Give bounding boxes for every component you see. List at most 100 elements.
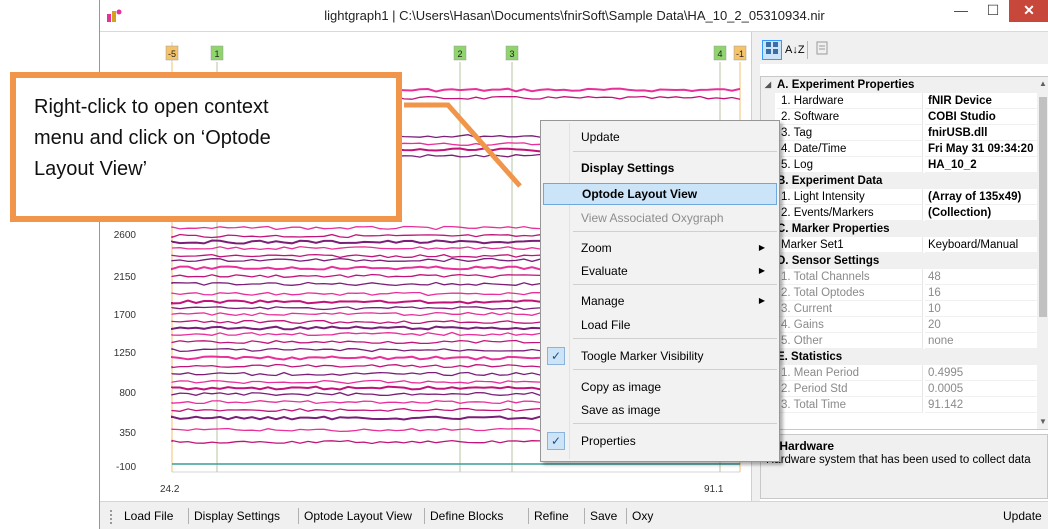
menu-item-optode-layout-view[interactable]: Optode Layout View (543, 183, 777, 205)
toolbar-separator (424, 508, 425, 524)
menu-item-evaluate[interactable]: Evaluate ▶ (543, 260, 777, 282)
property-row[interactable]: ▷3. TagfnirUSB.dll (761, 125, 1048, 141)
property-value[interactable]: 16 (925, 285, 1037, 301)
checkmark-icon: ✓ (547, 347, 565, 365)
property-name: 3. Current (777, 301, 923, 317)
define-blocks-button[interactable]: Define Blocks (430, 508, 503, 524)
property-row[interactable]: 1. Light Intensity (Array of 135x49) (761, 189, 1048, 205)
menu-item-save-as-image[interactable]: Save as image (543, 399, 777, 421)
property-category[interactable]: ◢ A. Experiment Properties (761, 77, 1048, 93)
property-row[interactable]: 2. Total Optodes 16 (761, 285, 1048, 301)
property-value[interactable]: HA_10_2 (925, 157, 1037, 173)
menu-item-properties[interactable]: Properties ✓ (543, 430, 777, 452)
marker-label: -1 (736, 49, 744, 59)
property-row[interactable]: ▷Marker Set1Keyboard/Manual (761, 237, 1048, 253)
menu-item-zoom[interactable]: Zoom ▶ (543, 237, 777, 259)
property-row[interactable]: 1. Mean Period 0.4995 (761, 365, 1048, 381)
toolbar-separator (298, 508, 299, 524)
property-scrollbar[interactable]: ▲ ▼ (1037, 77, 1048, 429)
menu-separator (573, 423, 777, 424)
property-pages-icon[interactable] (812, 40, 832, 60)
property-row[interactable]: 4. Date/Time Fri May 31 09:34:20 2 (761, 141, 1048, 157)
property-row[interactable]: 5. Other none (761, 333, 1048, 349)
az-sort-icon[interactable]: A↓Z (784, 40, 805, 60)
title-bar[interactable]: lightgraph1 | C:\Users\Hasan\Documents\f… (100, 0, 1048, 32)
toolbar-grip[interactable] (110, 510, 112, 524)
property-name: 3. Total Time (777, 397, 923, 413)
y-tick-label: -100 (116, 462, 136, 473)
description-text: Hardware system that has been used to co… (766, 454, 1031, 466)
property-value[interactable]: COBI Studio (925, 109, 1037, 125)
property-value[interactable]: 10 (925, 301, 1037, 317)
property-category[interactable]: ◢C. Marker Properties (761, 221, 1048, 237)
property-category[interactable]: ◢B. Experiment Data (761, 173, 1048, 189)
property-row[interactable]: 2. Software COBI Studio (761, 109, 1048, 125)
load-file-button[interactable]: Load File (124, 508, 173, 524)
property-row[interactable]: 1. Hardware fNIR Device (761, 93, 1048, 109)
scroll-thumb[interactable] (1039, 97, 1047, 317)
menu-item-label: View Associated Oxygraph (581, 211, 724, 225)
property-row[interactable]: 2. Period Std 0.0005 (761, 381, 1048, 397)
menu-item-display-settings[interactable]: Display Settings (543, 157, 777, 179)
property-value[interactable]: 20 (925, 317, 1037, 333)
menu-item-label: Display Settings (581, 161, 675, 175)
property-row[interactable]: 3. Current 10 (761, 301, 1048, 317)
window-title: lightgraph1 | C:\Users\Hasan\Documents\f… (324, 8, 825, 23)
property-category[interactable]: ◢E. Statistics (761, 349, 1048, 365)
description-title: 1. Hardware (766, 439, 835, 453)
display-settings-button[interactable]: Display Settings (194, 508, 280, 524)
close-button[interactable]: ✕ (1009, 0, 1048, 22)
property-value[interactable]: none (925, 333, 1037, 349)
property-row[interactable]: 3. Total Time 91.142 (761, 397, 1048, 413)
row-gutter (761, 93, 775, 109)
menu-separator (573, 284, 777, 285)
property-rows: ◢ A. Experiment Properties 1. Hardware fNIR… (761, 77, 1048, 413)
collapse-icon[interactable]: ◢ (761, 77, 775, 93)
property-value[interactable]: 91.142 (925, 397, 1037, 413)
scroll-up-icon[interactable]: ▲ (1037, 77, 1048, 91)
y-tick-label: 350 (119, 428, 136, 439)
property-row[interactable]: 4. Gains 20 (761, 317, 1048, 333)
instruction-callout: Right-click to open context menu and cli… (10, 72, 402, 222)
menu-item-label: Evaluate (581, 264, 628, 278)
save-button[interactable]: Save (590, 508, 617, 524)
property-value[interactable]: Fri May 31 09:34:20 2 (925, 141, 1037, 157)
property-value[interactable]: (Collection) (925, 205, 1037, 221)
property-grid[interactable]: ◢ A. Experiment Properties 1. Hardware fNIR… (760, 76, 1048, 430)
submenu-arrow-icon: ▶ (758, 266, 765, 275)
toolbar-separator (188, 508, 189, 524)
category-label: D. Sensor Settings (777, 255, 880, 267)
submenu-arrow-icon: ▶ (758, 243, 765, 252)
property-row[interactable]: 2. Events/Markers (Collection) (761, 205, 1048, 221)
menu-item-load-file[interactable]: Load File (543, 314, 777, 336)
categorized-icon[interactable] (762, 40, 782, 60)
menu-item-manage[interactable]: Manage ▶ (543, 290, 777, 312)
minimize-button[interactable]: — (945, 0, 977, 22)
property-value[interactable]: 0.4995 (925, 365, 1037, 381)
property-value[interactable]: 0.0005 (925, 381, 1037, 397)
property-name: 1. Light Intensity (777, 189, 923, 205)
submenu-arrow-icon: ▶ (758, 296, 765, 305)
optode-layout-view-button[interactable]: Optode Layout View (304, 508, 412, 524)
update-button[interactable]: Update (1003, 508, 1042, 524)
maximize-button[interactable]: ☐ (977, 0, 1009, 22)
menu-item-label: Load File (581, 318, 631, 332)
menu-item-copy-as-image[interactable]: Copy as image (543, 376, 777, 398)
property-value[interactable]: 48 (925, 269, 1037, 285)
toolbar-separator (626, 508, 627, 524)
property-category[interactable]: ◢D. Sensor Settings (761, 253, 1048, 269)
callout-line-2: menu and click on ‘Optode (34, 127, 271, 149)
menu-item-toogle-marker-visibility[interactable]: Toogle Marker Visibility ✓ (543, 345, 777, 367)
property-value[interactable]: (Array of 135x49) (925, 189, 1037, 205)
property-value[interactable]: Keyboard/Manual (925, 237, 1037, 253)
category-label: A. Experiment Properties (777, 79, 915, 91)
refine-button[interactable]: Refine (534, 508, 569, 524)
property-value[interactable]: fnirUSB.dll (925, 125, 1037, 141)
property-row[interactable]: ▷5. LogHA_10_2 (761, 157, 1048, 173)
menu-item-update[interactable]: Update (543, 126, 777, 148)
property-row[interactable]: 1. Total Channels 48 (761, 269, 1048, 285)
property-value[interactable]: fNIR Device (925, 93, 1037, 109)
scroll-down-icon[interactable]: ▼ (1037, 415, 1048, 429)
property-name: 3. Tag (777, 125, 923, 141)
oxy-button[interactable]: Oxy (632, 508, 653, 524)
